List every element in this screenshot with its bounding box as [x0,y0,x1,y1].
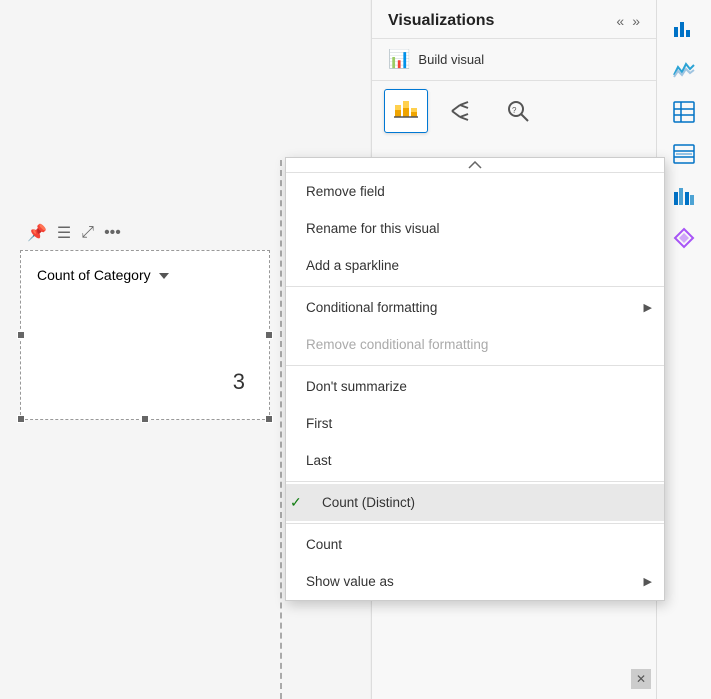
menu-item-label: Count (Distinct) [306,495,415,510]
arrow-left[interactable]: « [616,13,624,29]
context-menu-item-remove-conditional: Remove conditional formatting [286,326,664,363]
svg-text:?: ? [512,106,517,115]
context-menu-item-first[interactable]: First [286,405,664,442]
viz-panel-title: Visualizations [388,12,494,30]
context-menu-item-conditional-formatting[interactable]: Conditional formatting ▶ [286,289,664,326]
side-icon-list[interactable] [666,136,702,172]
sort-icon [159,273,169,279]
context-menu-item-remove-field[interactable]: Remove field [286,173,664,210]
menu-item-label: Remove conditional formatting [306,337,488,352]
viz-build-visual: 📊 Build visual [372,39,656,81]
submenu-arrow-icon: ▶ [644,575,652,588]
menu-item-label: Count [306,537,342,552]
visual-title: Count of Category [37,267,253,283]
context-menu-item-dont-summarize[interactable]: Don't summarize [286,368,664,405]
menu-item-label: Last [306,453,332,468]
more-icon[interactable]: ••• [104,224,121,242]
resize-handle-bottom-right[interactable] [265,415,273,423]
context-menu-separator [286,286,664,287]
context-menu-list: Remove field Rename for this visual Add a … [286,173,664,600]
menu-item-label: Rename for this visual [306,221,440,236]
viz-type-stacked-bar[interactable] [384,89,428,133]
menu-item-label: Remove field [306,184,385,199]
decomp-icon [448,97,476,125]
context-menu-item-rename-visual[interactable]: Rename for this visual [286,210,664,247]
build-visual-icon: 📊 [388,49,410,70]
context-menu-separator [286,365,664,366]
resize-handle-bottom-mid[interactable] [141,415,149,423]
context-menu-item-show-value-as[interactable]: Show value as ▶ [286,563,664,600]
menu-item-label: Show value as [306,574,394,589]
side-icon-grouped-bar[interactable] [666,178,702,214]
context-menu-separator [286,523,664,524]
resize-handle-mid-left[interactable] [17,331,25,339]
viz-type-smart[interactable]: ? [496,89,540,133]
context-menu-item-last[interactable]: Last [286,442,664,479]
side-icon-diamond[interactable] [666,220,702,256]
resize-handle-mid-right[interactable] [265,331,273,339]
context-menu-item-count-distinct[interactable]: ✓ Count (Distinct) [286,484,664,521]
context-menu-chevron [286,158,664,173]
menu-item-label: Add a sparkline [306,258,399,273]
arrow-right[interactable]: » [632,13,640,29]
visual-value: 3 [37,369,253,403]
resize-handle-bottom-left[interactable] [17,415,25,423]
focus-icon[interactable]: ⤢ [81,224,94,242]
side-icon-table[interactable] [666,94,702,130]
viz-arrows: « » [616,13,640,29]
pin-icon[interactable]: 📌 [27,223,47,243]
context-menu-item-add-sparkline[interactable]: Add a sparkline [286,247,664,284]
context-menu-separator [286,481,664,482]
build-visual-label: Build visual [418,52,484,67]
visual-toolbar: 📌 ☰ ⤢ ••• [21,219,127,247]
visual-content: Count of Category 3 [21,251,269,419]
menu-item-label: Conditional formatting [306,300,437,315]
viz-header: Visualizations « » [372,0,656,39]
smart-narrative-icon: ? [504,97,532,125]
viz-icons-row: ? [372,81,656,141]
context-menu: Remove field Rename for this visual Add a … [285,157,665,601]
stacked-bar-icon [392,97,420,125]
side-icon-bar[interactable] [666,10,702,46]
side-icon-wavy[interactable] [666,52,702,88]
context-menu-item-count[interactable]: Count [286,526,664,563]
close-button[interactable]: ✕ [631,669,651,689]
check-icon: ✓ [290,494,302,511]
menu-item-label: Don't summarize [306,379,407,394]
submenu-arrow-icon: ▶ [644,301,652,314]
canvas-border [280,160,282,699]
viz-type-decomp[interactable] [440,89,484,133]
menu-item-label: First [306,416,332,431]
visual-card[interactable]: 📌 ☰ ⤢ ••• Count of Category 3 [20,250,270,420]
filter-icon[interactable]: ☰ [57,223,71,243]
